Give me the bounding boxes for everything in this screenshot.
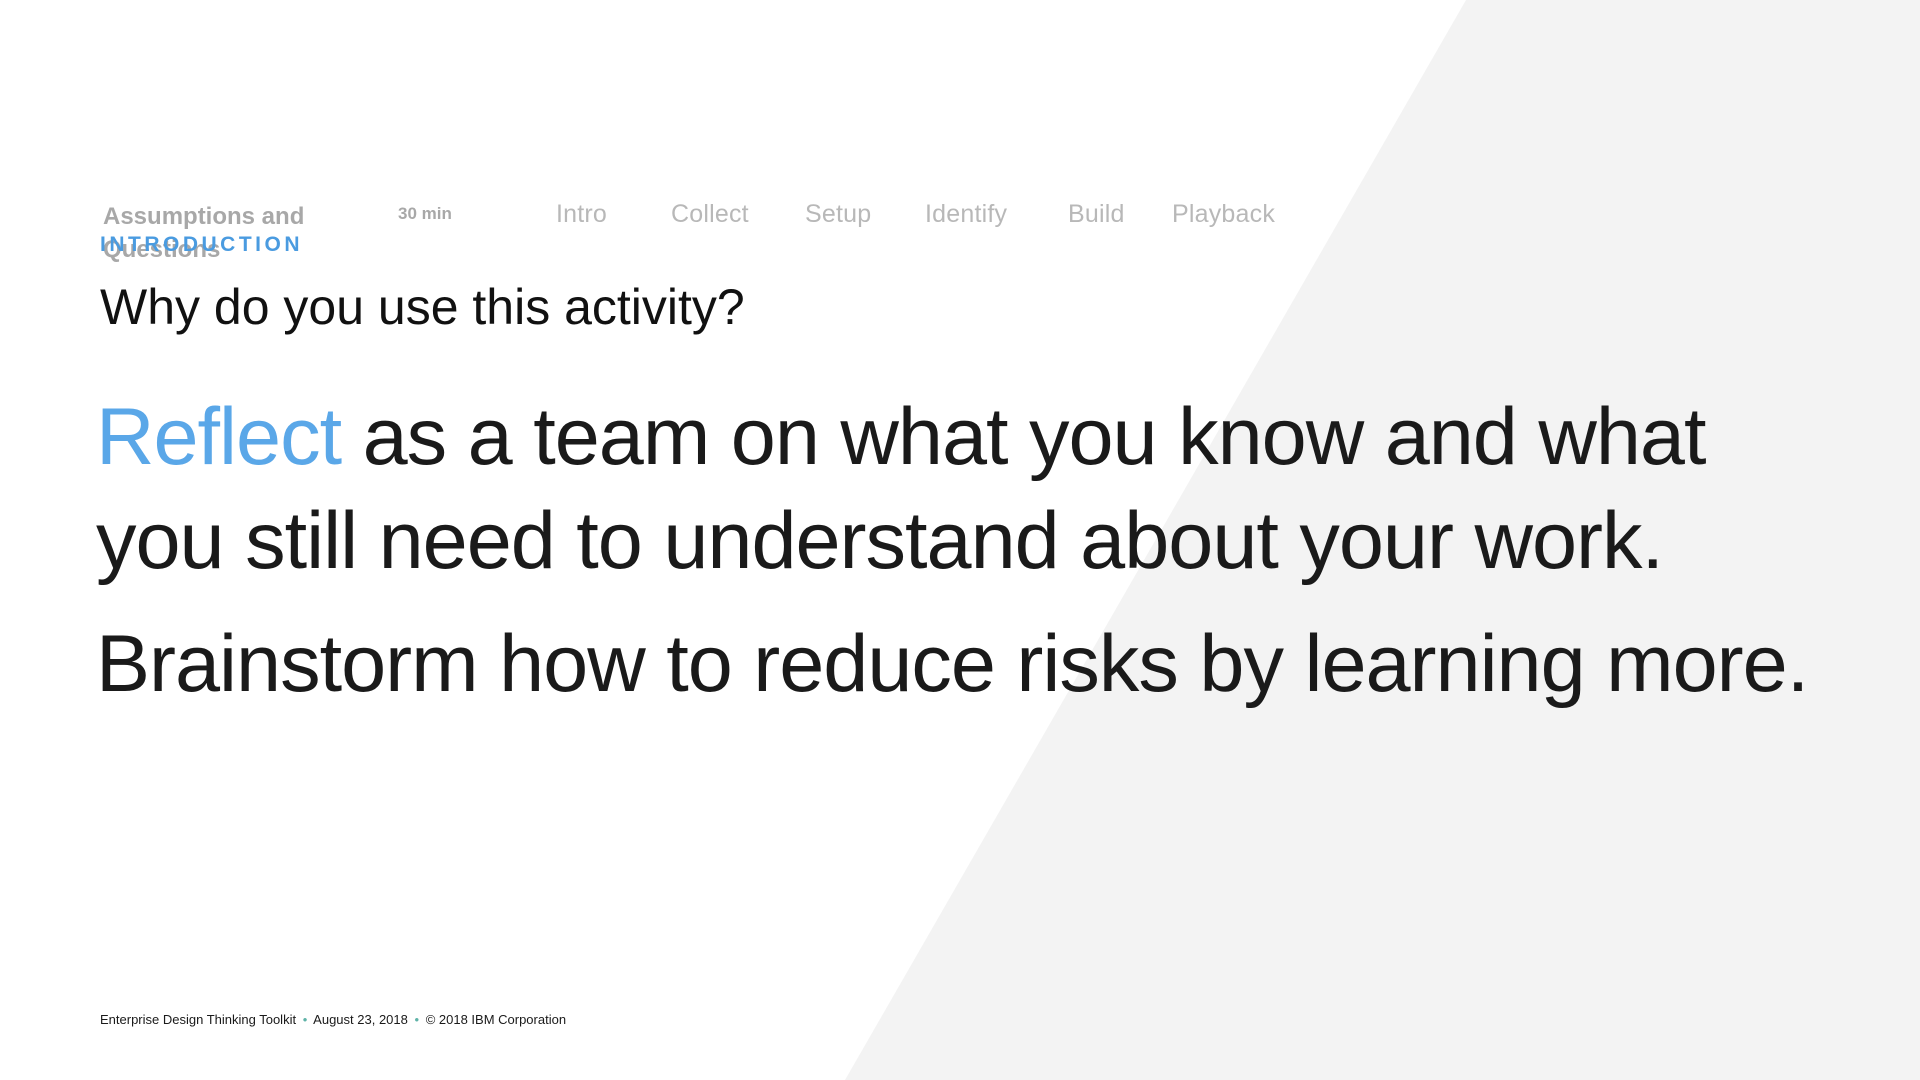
footer-separator-dot: •: [302, 1012, 308, 1027]
nav-item-collect[interactable]: Collect: [671, 200, 749, 229]
footer-date: August 23, 2018: [313, 1012, 408, 1027]
statement-accent-word: Reflect: [96, 392, 342, 482]
footer: Enterprise Design Thinking Toolkit • Aug…: [100, 1012, 566, 1027]
statement-secondary: Brainstorm how to reduce risks by learni…: [96, 619, 1809, 709]
nav-item-identify[interactable]: Identify: [925, 200, 1007, 229]
section-eyebrow: INTRODUCTION: [100, 233, 303, 256]
nav-item-playback[interactable]: Playback: [1172, 200, 1275, 229]
slide: Assumptions and Questions 30 min Intro C…: [0, 0, 1920, 1080]
nav-item-build[interactable]: Build: [1068, 200, 1125, 229]
page-title: Why do you use this activity?: [100, 279, 745, 335]
nav-item-intro[interactable]: Intro: [556, 200, 607, 229]
nav-item-setup[interactable]: Setup: [805, 200, 871, 229]
statement-primary: Reflect as a team on what you know and w…: [96, 385, 1776, 593]
duration-label: 30 min: [398, 204, 452, 223]
activity-nav: Assumptions and Questions 30 min Intro C…: [0, 100, 1920, 263]
footer-separator-dot: •: [414, 1012, 420, 1027]
footer-copyright: © 2018 IBM Corporation: [425, 1012, 567, 1027]
footer-toolkit: Enterprise Design Thinking Toolkit: [100, 1012, 297, 1027]
